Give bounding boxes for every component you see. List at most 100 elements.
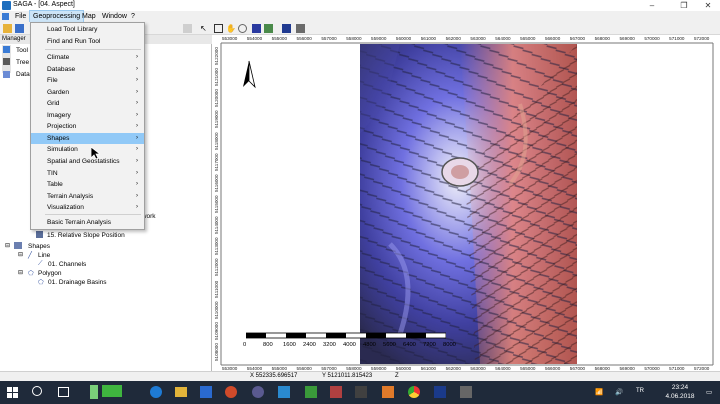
menu-file[interactable]: File [12, 11, 29, 22]
collapse-icon[interactable]: ⊟ [5, 242, 10, 249]
zoom-box-icon[interactable] [214, 24, 223, 33]
menu-submenu-file[interactable]: File › [31, 75, 144, 87]
menu-geoprocessing[interactable]: Geoprocessing [28, 10, 85, 23]
close-button[interactable]: ✕ [696, 0, 720, 11]
tree-item-relative-slope[interactable]: 15. Relative Slope Position [47, 232, 125, 239]
status-bar: X 552335.696517 Y 5121011.815423 Z [0, 371, 720, 381]
submenu-arrow-icon: › [136, 111, 138, 118]
app-icon-5[interactable] [330, 386, 342, 398]
menu-help[interactable]: ? [128, 11, 138, 22]
submenu-label: TIN [47, 169, 58, 177]
tree-item-shapes[interactable]: Shapes [28, 243, 50, 250]
y-tick-label: 5109000 [214, 321, 219, 340]
collapse-icon[interactable]: ⊟ [18, 269, 23, 276]
menu-separator [45, 214, 141, 215]
search-icon[interactable] [32, 386, 42, 396]
app-icon-7[interactable] [382, 386, 394, 398]
menu-submenu-tin[interactable]: TIN › [31, 168, 144, 180]
collapse-icon[interactable]: ⊟ [18, 251, 23, 258]
menu-submenu-table[interactable]: Table › [31, 179, 144, 191]
pan-icon[interactable]: ✋ [226, 24, 236, 33]
x-tick-label-top: 559000 [371, 36, 387, 41]
tool-icon[interactable] [183, 24, 192, 33]
tab-tree[interactable]: Tree [16, 59, 29, 66]
saga-taskbar-icon[interactable] [434, 386, 446, 398]
submenu-arrow-icon: › [136, 54, 138, 60]
line-icon: ╱ [28, 252, 32, 259]
zoom-icon[interactable] [238, 24, 247, 33]
y-tick-label: 5119000 [214, 110, 219, 129]
menu-submenu-projection[interactable]: Projection › [31, 121, 144, 133]
y-tick-label: 5110000 [214, 301, 219, 319]
profile-icon[interactable] [296, 24, 305, 33]
file-explorer-icon[interactable] [175, 387, 187, 397]
app-icon-6[interactable] [355, 386, 367, 398]
pointer-icon[interactable]: ↖ [200, 24, 209, 33]
app-icon-1[interactable] [225, 386, 237, 398]
scale-bar [246, 332, 446, 339]
tab-tree-icon[interactable] [3, 58, 10, 65]
y-tick-label: 5122000 [214, 47, 219, 65]
save-icon[interactable] [15, 24, 24, 33]
windows-start-icon[interactable] [7, 387, 18, 398]
y-tick-label: 5120000 [214, 89, 219, 108]
app-icon-3[interactable] [278, 386, 290, 398]
menu-submenu-grid[interactable]: Grid › [31, 98, 144, 110]
menu-submenu-climate[interactable]: Climate › [31, 52, 144, 64]
scale-bar-label: 8000 [443, 342, 456, 348]
x-tick-label-top: 571000 [669, 36, 685, 41]
tree-item-polygon[interactable]: Polygon [38, 270, 62, 277]
tab-tool-icon[interactable] [3, 46, 10, 53]
tree-item-line[interactable]: Line [38, 252, 50, 259]
chrome-icon[interactable] [408, 386, 420, 398]
polygon-icon: ⬠ [28, 270, 34, 277]
measure-icon[interactable] [282, 24, 291, 33]
notification-icon[interactable]: ▭ [706, 388, 712, 396]
task-view-icon[interactable] [58, 387, 69, 397]
menu-submenu-visualization[interactable]: Visualization › [31, 202, 144, 214]
layout-icon[interactable] [264, 24, 273, 33]
menu-window[interactable]: Window [99, 11, 130, 22]
submenu-label: Garden [47, 88, 69, 96]
app-icon-8[interactable] [460, 386, 472, 398]
language-icon[interactable]: TR [636, 388, 644, 394]
menu-submenu-simulation[interactable]: Simulation › [31, 144, 144, 156]
menu-find-and-run-tool[interactable]: Find and Run Tool [31, 36, 144, 48]
minimize-button[interactable]: – [640, 0, 664, 11]
menu-basic-terrain-analysis[interactable]: Basic Terrain Analysis [31, 217, 144, 229]
tree-item-channels[interactable]: 01. Channels [48, 261, 86, 268]
mouse-cursor-icon [91, 147, 100, 160]
app-icon-2[interactable] [252, 386, 264, 398]
tab-data-icon[interactable] [3, 71, 10, 78]
taskbar-time[interactable]: 23:24 [660, 384, 700, 391]
x-tick-label-top: 561000 [420, 36, 437, 41]
menu-submenu-terrain-analysis[interactable]: Terrain Analysis › [31, 191, 144, 203]
volume-icon[interactable]: 🔊 [615, 388, 623, 396]
tree-item-drainage-basins[interactable]: 01. Drainage Basins [48, 279, 107, 286]
open-icon[interactable] [3, 24, 12, 33]
y-axis-ruler-left: 5122000 5121000 5120000 5119000 5118000 51170… [213, 35, 221, 381]
menu-submenu-imagery[interactable]: Imagery › [31, 110, 144, 122]
battery-meter-icon[interactable] [102, 385, 122, 397]
menu-submenu-spatial-and-geostatistics[interactable]: Spatial and Geostatistics › [31, 156, 144, 168]
aspect-raster[interactable] [360, 44, 577, 364]
menu-submenu-garden[interactable]: Garden › [31, 87, 144, 99]
app-icon-4[interactable] [305, 386, 317, 398]
store-icon[interactable] [200, 386, 212, 398]
tab-data[interactable]: Data [16, 71, 30, 78]
x-tick-label-top: 564000 [495, 36, 511, 41]
3d-view-icon[interactable] [252, 24, 261, 33]
menu-map[interactable]: Map [79, 11, 99, 22]
taskbar-date[interactable]: 4.06.2018 [658, 393, 702, 400]
network-icon[interactable]: 📶 [595, 388, 603, 396]
menu-load-tool-library[interactable]: Load Tool Library [31, 24, 144, 36]
scale-bar-label: 3200 [323, 342, 336, 348]
y-tick-label: 5108000 [214, 343, 219, 361]
edge-icon[interactable] [150, 386, 162, 398]
menu-submenu-shapes[interactable]: Shapes › [31, 132, 144, 145]
submenu-arrow-icon: › [136, 181, 138, 188]
taskbar-app-icon[interactable] [90, 385, 98, 399]
maximize-button[interactable]: ❐ [672, 0, 696, 11]
menu-submenu-database[interactable]: Database › [31, 64, 144, 76]
tab-tool[interactable]: Tool [16, 47, 28, 54]
